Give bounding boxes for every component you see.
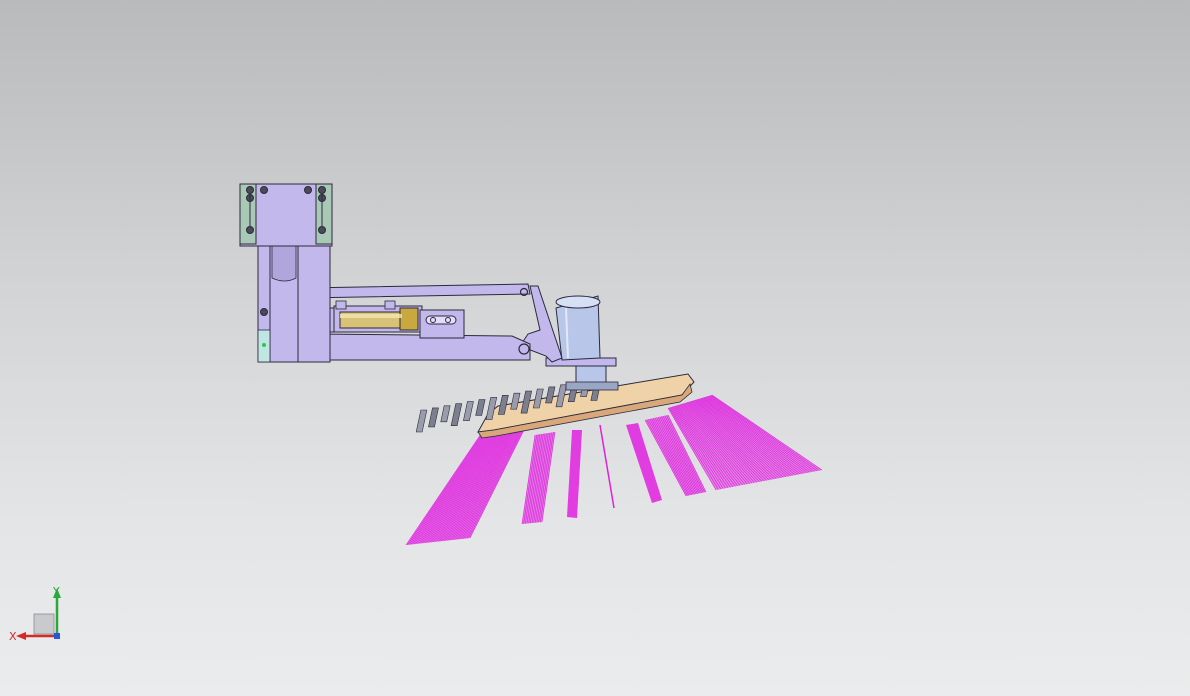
brush-mounting-block <box>475 399 486 416</box>
y-axis-label: Y <box>52 585 60 598</box>
bristle-tuft-center-1 <box>567 430 582 518</box>
brush-mounting-block <box>415 409 428 433</box>
bristle-tuft-left-narrow <box>521 431 556 525</box>
brush-mounting-block <box>463 401 474 421</box>
z-axis-marker <box>54 633 60 639</box>
cad-graphics-viewport[interactable]: Y X <box>0 0 1190 696</box>
brush-mounting-block <box>428 407 439 428</box>
bristle-tuft-center-2 <box>599 424 615 509</box>
bristle-tuft-left-wide <box>405 417 531 546</box>
hydraulic-cylinder[interactable] <box>315 300 465 339</box>
x-axis-label: X <box>9 630 17 643</box>
brush-mounting-block <box>450 403 463 427</box>
brush-mounting-block <box>440 405 451 423</box>
triad-view-cube <box>33 613 55 635</box>
upper-link-arm[interactable] <box>303 283 531 299</box>
sweeper-brush-assembly-model[interactable] <box>0 0 1190 696</box>
coordinate-triad-icon: Y X <box>9 585 61 643</box>
x-axis-arrowhead <box>16 632 26 640</box>
